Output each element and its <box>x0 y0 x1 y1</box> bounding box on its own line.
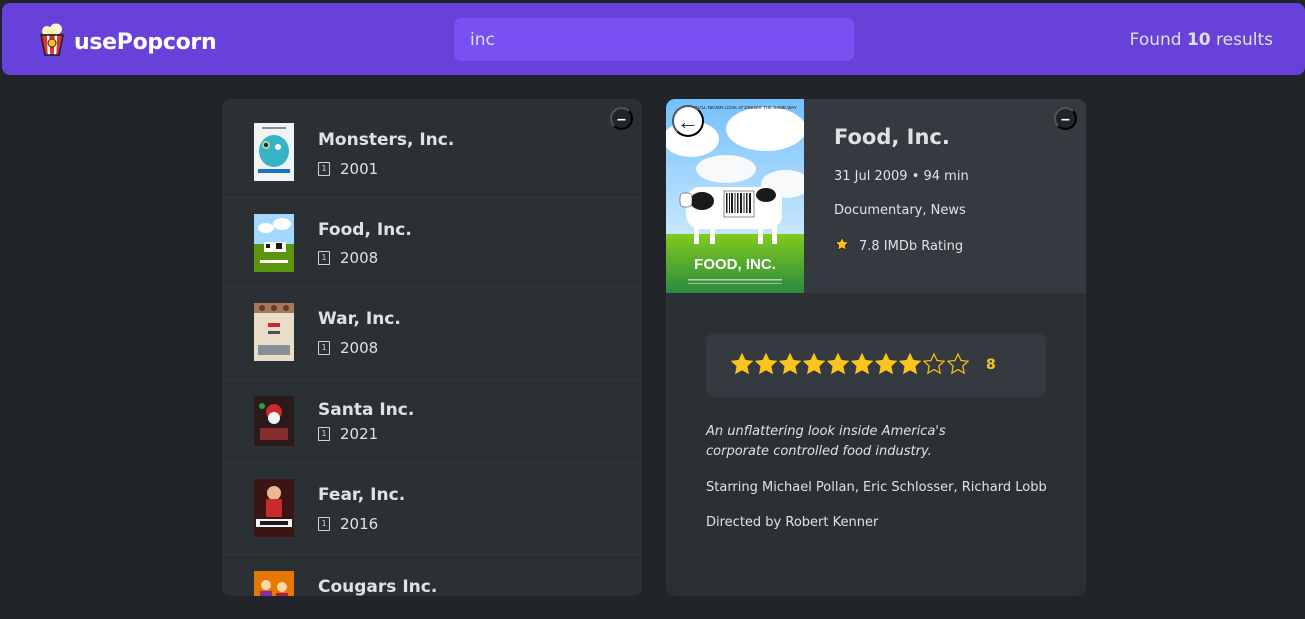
star-filled-icon[interactable] <box>874 352 898 376</box>
movie-list-item[interactable]: Monsters, Inc. 1 2001 <box>222 99 642 198</box>
detail-plot: An unflattering look inside America's co… <box>706 424 946 459</box>
movie-details-box: – FOOD, INC. YOU'LL NEVER LOOK AT DINNER… <box>666 99 1086 596</box>
back-button[interactable]: ← <box>672 105 704 137</box>
movie-year-row: 1 2021 <box>318 425 378 443</box>
results-prefix: Found <box>1129 30 1187 50</box>
star-filled-icon[interactable] <box>754 352 778 376</box>
star-filled-icon[interactable] <box>850 352 874 376</box>
movie-list-item[interactable]: Food, Inc. 1 2008 <box>222 198 642 287</box>
movie-list-item[interactable]: Cougars Inc. 1 2011 <box>222 555 642 596</box>
movie-title: Fear, Inc. <box>318 485 406 505</box>
movie-title: Santa Inc. <box>318 400 415 420</box>
star-filled-icon[interactable] <box>730 352 754 376</box>
movie-poster <box>254 396 294 446</box>
details-collapse-button[interactable]: – <box>1054 107 1077 130</box>
movie-year-row: 1 2016 <box>318 515 378 533</box>
movie-title: Food, Inc. <box>318 220 412 240</box>
arrow-left-icon: ← <box>677 109 699 134</box>
detail-release-runtime: 31 Jul 2009 • 94 min <box>834 169 969 184</box>
imdb-rating-text: 7.8 IMDb Rating <box>859 238 964 254</box>
user-rating-value: 8 <box>986 357 996 373</box>
calendar-icon: 1 <box>318 517 330 531</box>
movie-title: Cougars Inc. <box>318 577 438 596</box>
movie-poster <box>254 571 294 596</box>
navbar: usePopcorn Found 10 results <box>2 3 1305 75</box>
movie-poster <box>254 214 294 272</box>
movie-list-item[interactable]: Santa Inc. 1 2021 <box>222 380 642 463</box>
star-filled-icon[interactable] <box>898 352 922 376</box>
movie-poster <box>254 479 294 537</box>
detail-title: Food, Inc. <box>834 125 950 149</box>
movie-title: Monsters, Inc. <box>318 130 455 150</box>
calendar-icon: 1 <box>318 427 330 441</box>
list-collapse-button[interactable]: – <box>610 107 633 130</box>
results-count: Found 10 results <box>1130 30 1273 50</box>
movie-title: War, Inc. <box>318 309 401 329</box>
movie-list: Monsters, Inc. 1 2001 Food, Inc. 1 2008 … <box>222 99 642 596</box>
popcorn-icon <box>38 23 66 61</box>
user-rating-box: 8 <box>706 333 1046 397</box>
calendar-icon: 1 <box>318 251 330 265</box>
movie-list-item[interactable]: War, Inc. 1 2008 <box>222 287 642 380</box>
results-suffix: results <box>1210 30 1273 50</box>
movie-list-box: – Monsters, Inc. 1 2001 Food, Inc. 1 200… <box>222 99 642 596</box>
poster-title-text: FOOD, INC. <box>694 256 776 273</box>
detail-director: Directed by Robert Kenner <box>706 515 879 530</box>
star-filled-icon[interactable] <box>802 352 826 376</box>
movie-list-item[interactable]: Fear, Inc. 1 2016 <box>222 463 642 555</box>
detail-imdb-rating: 7.8 IMDb Rating <box>834 236 963 256</box>
movie-year: 2008 <box>340 339 379 357</box>
movie-year: 2021 <box>340 425 379 443</box>
poster-tagline-text: YOU'LL NEVER LOOK AT DINNER THE SAME WAY <box>691 105 797 110</box>
star-filled-icon[interactable] <box>778 352 802 376</box>
search-input[interactable] <box>454 18 854 61</box>
movie-year: 2016 <box>340 515 379 533</box>
star-rating <box>730 352 970 376</box>
star-icon <box>834 236 850 256</box>
calendar-icon: 1 <box>318 162 330 176</box>
movie-year: 2008 <box>340 249 379 267</box>
movie-year: 2001 <box>340 160 379 178</box>
logo: usePopcorn <box>38 23 217 61</box>
movie-year-row: 1 2001 <box>318 160 378 178</box>
results-number: 10 <box>1186 30 1211 50</box>
movie-year-row: 1 2008 <box>318 249 378 267</box>
detail-genre: Documentary, News <box>834 203 966 218</box>
calendar-icon: 1 <box>318 341 330 355</box>
detail-starring: Starring Michael Pollan, Eric Schlosser,… <box>706 480 1047 495</box>
star-filled-icon[interactable] <box>826 352 850 376</box>
details-header: FOOD, INC. YOU'LL NEVER LOOK AT DINNER T… <box>666 99 1086 293</box>
star-empty-icon[interactable] <box>946 352 970 376</box>
movie-poster <box>254 303 294 361</box>
movie-year-row: 1 2008 <box>318 339 378 357</box>
app-title: usePopcorn <box>74 29 217 55</box>
movie-poster <box>254 123 294 181</box>
star-empty-icon[interactable] <box>922 352 946 376</box>
